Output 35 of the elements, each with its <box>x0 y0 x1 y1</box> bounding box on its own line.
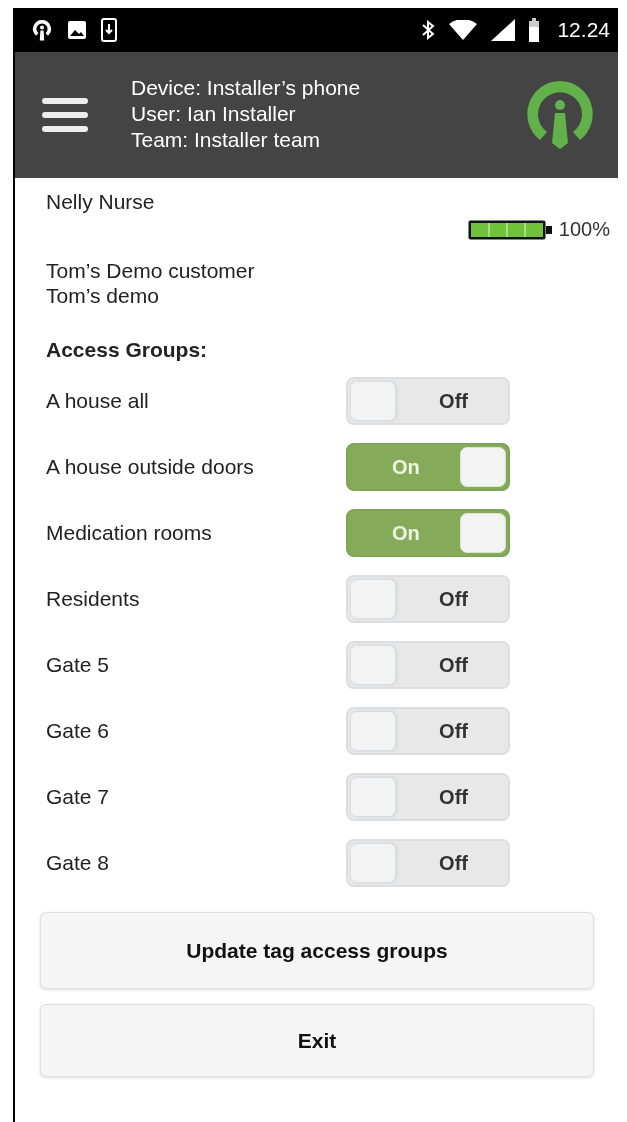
download-icon <box>101 18 117 42</box>
access-group-label: A house all <box>46 389 150 413</box>
toggle-switch[interactable]: Off <box>346 773 510 821</box>
access-group-label: Medication rooms <box>46 521 213 545</box>
header-info-text: Team: Installer team <box>131 127 322 153</box>
action-button[interactable]: Update tag access groups <box>40 912 594 989</box>
header-info-text: User: Ian Installer <box>131 101 297 127</box>
bluetooth-icon <box>421 19 436 41</box>
clock-time: 12.24 <box>557 18 610 42</box>
customer-text: Tom’s Demo customer <box>46 258 256 283</box>
action-button[interactable]: Exit <box>40 1004 594 1077</box>
person-name: Nelly Nurse <box>46 190 155 214</box>
access-group-label: Gate 8 <box>46 851 111 875</box>
toggle-switch[interactable]: Off <box>346 575 510 623</box>
image-icon <box>67 20 87 40</box>
section-heading: Access Groups: <box>46 338 209 362</box>
access-group-label: Gate 7 <box>46 785 111 809</box>
access-group-label: A house outside doors <box>46 455 255 479</box>
battery-percentage: 100% <box>558 218 610 241</box>
access-group-label: Gate 5 <box>46 653 111 677</box>
app-logo-icon <box>526 79 594 151</box>
battery-icon <box>466 218 553 241</box>
customer-text: Tom’s demo <box>46 283 160 308</box>
menu-button[interactable] <box>41 95 89 135</box>
toggle-switch[interactable]: Off <box>346 641 510 689</box>
header-info-text: Device: Installer’s phone <box>131 75 362 101</box>
toggle-switch[interactable]: Off <box>346 839 510 887</box>
access-group-label: Residents <box>46 587 141 611</box>
battery-status-icon <box>529 18 540 42</box>
signal-icon <box>491 19 516 41</box>
toggle-switch[interactable]: Off <box>346 707 510 755</box>
access-group-label: Gate 6 <box>46 719 111 743</box>
app-notification-icon <box>31 18 53 42</box>
wifi-icon <box>449 20 478 40</box>
toggle-switch[interactable]: Off <box>346 377 510 425</box>
